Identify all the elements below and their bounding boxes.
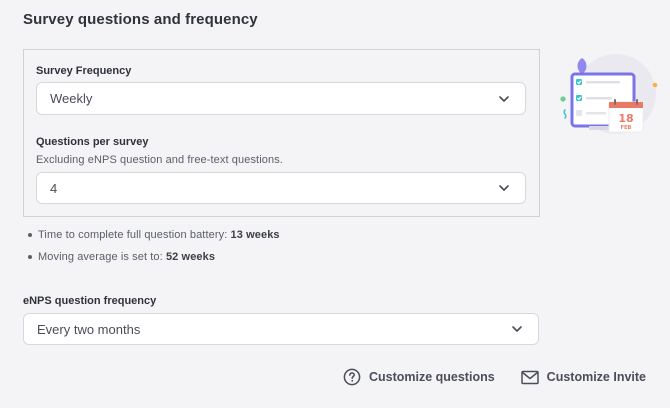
calendar-illustration: 18 FEB xyxy=(560,54,658,134)
customize-questions-button[interactable]: Customize questions xyxy=(343,368,495,386)
enps-frequency-value: Every two months xyxy=(37,321,141,337)
enps-frequency-select[interactable]: Every two months xyxy=(23,313,539,345)
battery-duration-item: Time to complete full question battery: … xyxy=(28,226,280,248)
customize-invite-label: Customize Invite xyxy=(546,370,646,384)
questions-per-survey-value: 4 xyxy=(50,180,58,196)
calendar-month: FEB xyxy=(621,125,632,131)
battery-duration-value: 13 weeks xyxy=(230,229,280,241)
calendar-day: 18 xyxy=(618,112,633,125)
chevron-down-icon xyxy=(499,95,509,102)
moving-average-item: Moving average is set to: 52 weeks xyxy=(28,248,280,270)
customize-questions-label: Customize questions xyxy=(368,370,495,384)
chevron-down-icon xyxy=(499,185,509,191)
chevron-down-icon xyxy=(512,326,522,332)
survey-summary-list: Time to complete full question battery: … xyxy=(28,226,280,270)
survey-frequency-label: Survey Frequency xyxy=(36,65,132,77)
question-circle-icon xyxy=(343,368,361,386)
questions-per-survey-help: Excluding eNPS question and free-text qu… xyxy=(36,154,283,166)
customize-invite-button[interactable]: Customize Invite xyxy=(520,370,646,385)
survey-frequency-value: Weekly xyxy=(50,91,93,106)
questions-per-survey-select[interactable]: 4 xyxy=(36,172,526,204)
moving-average-value: 52 weeks xyxy=(165,251,216,263)
survey-frequency-select[interactable]: Weekly xyxy=(36,82,526,115)
moving-average-text: Moving average is set to: xyxy=(38,251,163,263)
page-title: Survey questions and frequency xyxy=(23,11,258,28)
enps-frequency-label: eNPS question frequency xyxy=(23,295,157,307)
survey-settings-card: Survey Frequency Weekly Questions per su… xyxy=(23,49,540,217)
questions-per-survey-label: Questions per survey xyxy=(36,136,149,148)
battery-duration-text: Time to complete full question battery: xyxy=(38,229,228,241)
action-bar: Customize questions Customize Invite xyxy=(343,368,646,386)
survey-settings-page: Survey questions and frequency Survey Fr… xyxy=(0,0,670,408)
envelope-icon xyxy=(520,370,539,384)
